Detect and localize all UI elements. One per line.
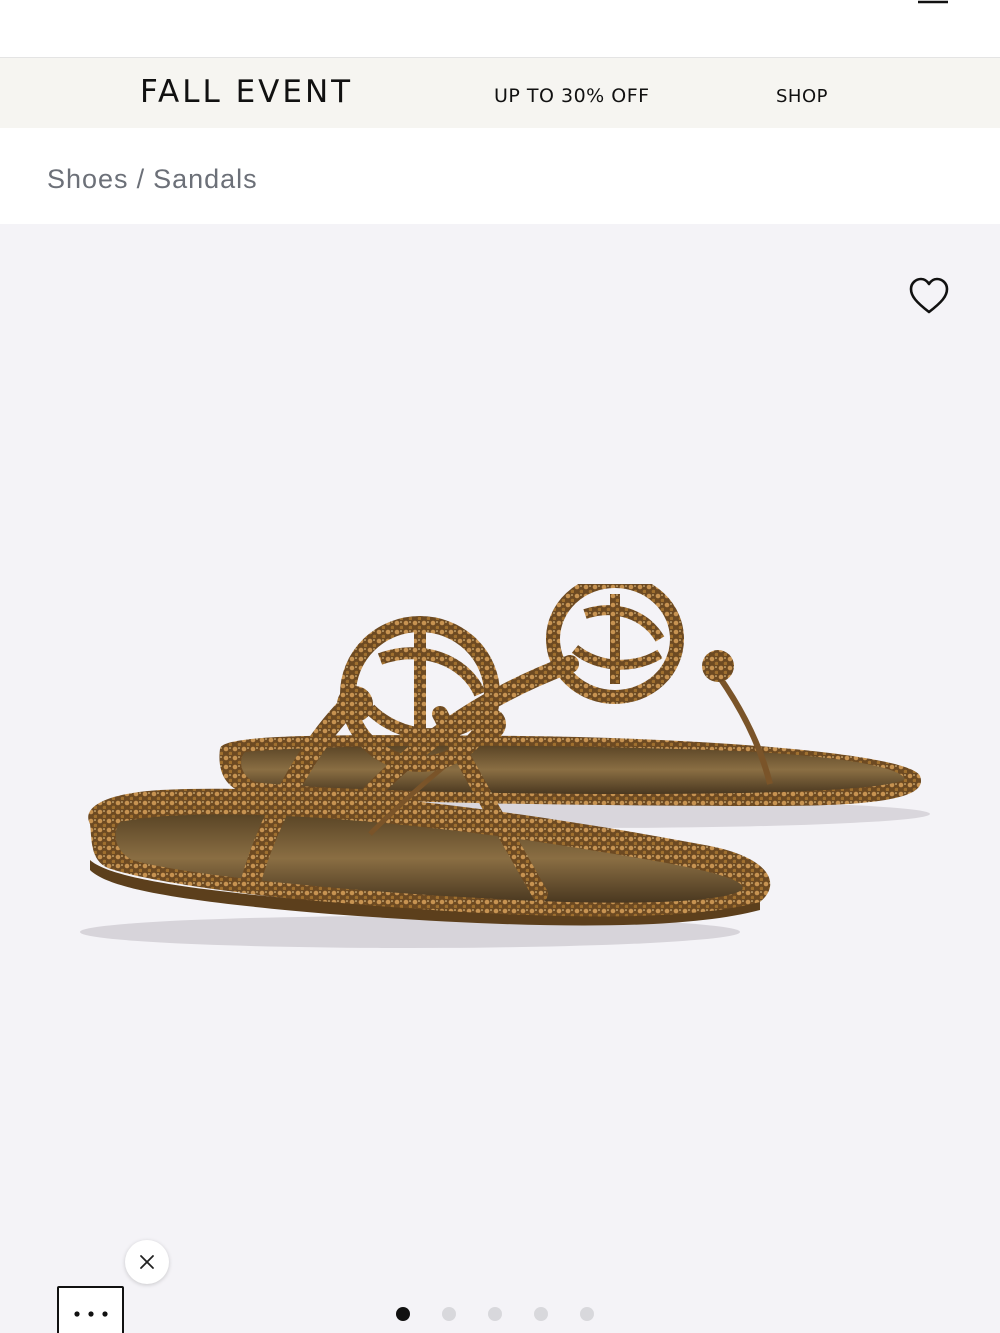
hamburger-menu-icon[interactable]: [916, 0, 950, 6]
carousel-dot-4[interactable]: [534, 1307, 548, 1321]
shop-link[interactable]: SHOP: [776, 86, 828, 107]
close-button[interactable]: [125, 1240, 169, 1284]
breadcrumb-item-shoes[interactable]: Shoes: [47, 164, 129, 194]
more-options-button[interactable]: [57, 1286, 124, 1333]
product-gallery[interactable]: [0, 224, 1000, 1333]
breadcrumb-separator: /: [136, 164, 146, 194]
shopping-bag-icon[interactable]: [818, 0, 858, 6]
close-icon: [140, 1255, 154, 1269]
promo-title: FALL EVENT: [140, 74, 354, 110]
more-options-icon: [73, 1311, 108, 1317]
heart-icon[interactable]: [906, 274, 952, 320]
carousel-dot-5[interactable]: [580, 1307, 594, 1321]
top-header: [0, 0, 1000, 58]
promo-banner: FALL EVENT UP TO 30% OFF SHOP: [0, 58, 1000, 128]
carousel-dot-1[interactable]: [396, 1307, 410, 1321]
carousel-dot-3[interactable]: [488, 1307, 502, 1321]
carousel-dot-2[interactable]: [442, 1307, 456, 1321]
breadcrumb: Shoes / Sandals: [47, 164, 258, 195]
product-image-sandals: [80, 584, 930, 948]
promo-offer: UP TO 30% OFF: [494, 85, 650, 107]
breadcrumb-item-sandals[interactable]: Sandals: [153, 164, 258, 194]
carousel-pagination: [396, 1307, 594, 1321]
search-icon[interactable]: [150, 0, 180, 6]
